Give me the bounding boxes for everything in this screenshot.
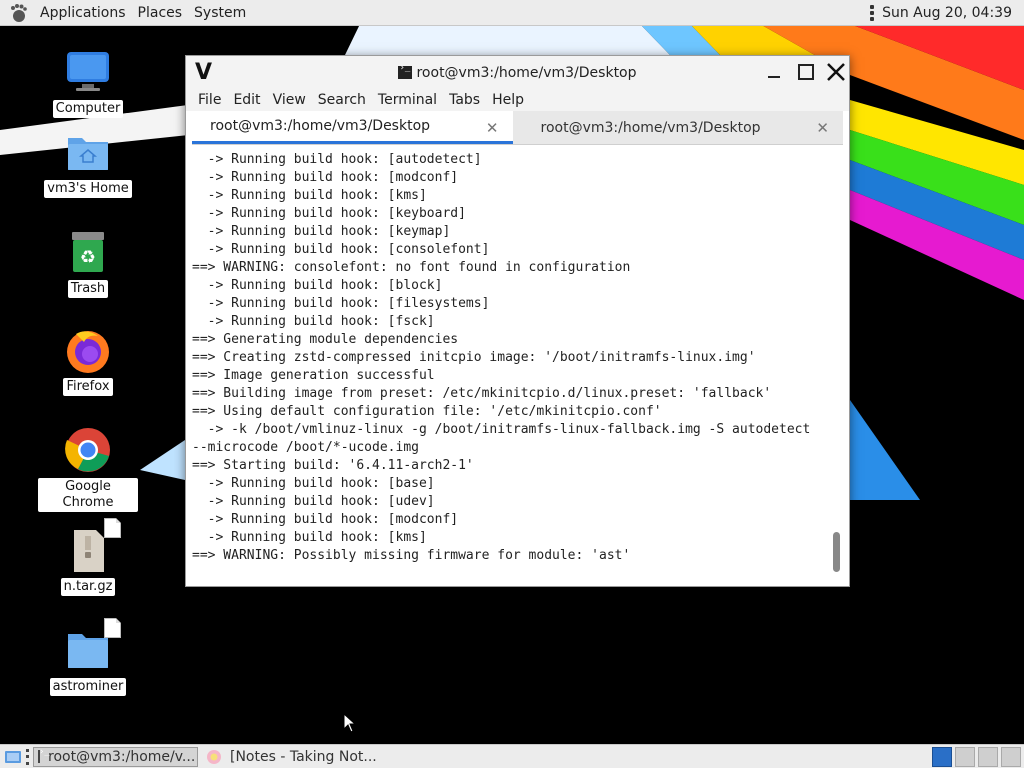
desktop-icon-computer[interactable]: Computer (38, 48, 138, 118)
menu-applications[interactable]: Applications (34, 5, 132, 21)
minimize-button[interactable] (762, 61, 786, 83)
svg-text:♻: ♻ (80, 247, 96, 268)
terminal-line: -> Running build hook: [keyboard] (192, 206, 466, 221)
terminal-menubar: File Edit View Search Terminal Tabs Help (186, 89, 849, 111)
workspace-2[interactable] (955, 746, 975, 767)
file-badge-icon (104, 618, 121, 638)
workspace-4[interactable] (1001, 746, 1021, 767)
terminal-icon (38, 747, 50, 763)
terminal-line: -> Running build hook: [keymap] (192, 224, 451, 239)
bottom-taskbar: root@vm3:/home/v... [Notes - Taking Not.… (0, 744, 1024, 768)
menu-edit[interactable]: Edit (227, 92, 266, 108)
trash-icon: ♻ (72, 232, 104, 272)
tab-1[interactable]: root@vm3:/home/vm3/Desktop ✕ (192, 111, 513, 144)
terminal-window[interactable]: V root@vm3:/home/vm3/Desktop File Edit V… (185, 55, 850, 587)
close-icon (827, 63, 845, 81)
home-folder-icon (68, 138, 108, 170)
panel-right: Sun Aug 20, 04:39 (870, 4, 1012, 21)
terminal-line: --microcode /boot/*-ucode.img (192, 440, 419, 455)
workspace-3[interactable] (978, 746, 998, 767)
taskbar-handle-icon[interactable] (26, 748, 29, 765)
desktop-icon-label: n.tar.gz (60, 578, 116, 596)
terminal-line: -> Running build hook: [udev] (192, 494, 435, 509)
tab-close-icon[interactable]: ✕ (486, 119, 499, 137)
menu-system[interactable]: System (188, 5, 252, 21)
maximize-icon (798, 64, 814, 80)
desktop-icon-trash[interactable]: ♻ Trash (38, 228, 138, 298)
desktop-icon-astrominer[interactable]: astrominer (38, 618, 138, 696)
terminal-line: ==> Image generation successful (192, 368, 435, 383)
workspace-switcher (929, 746, 1021, 767)
terminal-line: ==> Building image from preset: /etc/mki… (192, 386, 772, 401)
terminal-line: -> Running build hook: [modconf] (192, 170, 459, 185)
menu-view[interactable]: View (267, 92, 312, 108)
show-desktop-icon[interactable] (4, 748, 22, 766)
tab-2[interactable]: root@vm3:/home/vm3/Desktop ✕ (512, 111, 843, 144)
tab-label: root@vm3:/home/vm3/Desktop (540, 119, 761, 136)
terminal-line: -> -k /boot/vmlinuz-linux -g /boot/initr… (192, 422, 811, 437)
tab-close-icon[interactable]: ✕ (816, 119, 829, 137)
panel-more-icon[interactable] (870, 4, 875, 21)
computer-icon (67, 52, 109, 91)
terminal-line: -> Running build hook: [block] (192, 278, 443, 293)
taskbar-item-label: [Notes - Taking Not... (230, 748, 377, 765)
terminal-lines: -> Running build hook: [autodetect] -> R… (192, 147, 843, 565)
terminal-line: ==> Generating module dependencies (192, 332, 459, 347)
menu-search[interactable]: Search (312, 92, 372, 108)
terminal-line: -> Running build hook: [kms] (192, 188, 427, 203)
chrome-icon (65, 428, 110, 472)
tab-bar: root@vm3:/home/vm3/Desktop ✕ root@vm3:/h… (192, 111, 843, 145)
terminal-line: -> Running build hook: [consolefont] (192, 242, 490, 257)
terminal-line: ==> Starting build: '6.4.11-arch2-1' (192, 458, 474, 473)
terminal-line: ==> WARNING: Possibly missing firmware f… (192, 548, 631, 563)
scrollbar[interactable] (831, 147, 841, 580)
close-button[interactable] (824, 61, 848, 83)
taskbar-item-label: root@vm3:/home/v... (48, 748, 196, 765)
menu-places[interactable]: Places (132, 5, 189, 21)
top-panel: Applications Places System Sun Aug 20, 0… (0, 0, 1024, 26)
window-title: root@vm3:/home/vm3/Desktop (416, 64, 637, 81)
workspace-1[interactable] (932, 746, 952, 767)
menu-terminal[interactable]: Terminal (372, 92, 443, 108)
menu-file[interactable]: File (192, 92, 227, 108)
terminal-output[interactable]: -> Running build hook: [autodetect] -> R… (192, 147, 843, 580)
terminal-line: -> Running build hook: [fsck] (192, 314, 435, 329)
desktop-icon-label: vm3's Home (44, 180, 132, 198)
terminal-line: -> Running build hook: [base] (192, 476, 435, 491)
file-badge-icon (104, 518, 121, 538)
terminal-line: -> Running build hook: [filesystems] (192, 296, 490, 311)
mouse-cursor-icon (343, 713, 357, 733)
maximize-button[interactable] (794, 61, 818, 83)
minimize-icon (768, 76, 780, 78)
desktop-icon-chrome[interactable]: Google Chrome (38, 426, 138, 512)
tab-label: root@vm3:/home/vm3/Desktop (210, 118, 431, 134)
terminal-line: ==> Creating zstd-compressed initcpio im… (192, 350, 756, 365)
clock[interactable]: Sun Aug 20, 04:39 (882, 5, 1012, 21)
taskbar-item-notes[interactable]: [Notes - Taking Not... (202, 747, 381, 767)
terminal-line: -> Running build hook: [modconf] (192, 512, 459, 527)
desktop-icon-archive[interactable]: n.tar.gz (38, 518, 138, 596)
desktop-icon-firefox[interactable]: Firefox (38, 326, 138, 396)
desktop-icon-home[interactable]: vm3's Home (38, 128, 138, 198)
firefox-icon (67, 331, 109, 373)
desktop-icon-label: Computer (52, 100, 124, 118)
terminal-icon (398, 63, 413, 79)
window-title-wrap: root@vm3:/home/vm3/Desktop (186, 63, 849, 81)
terminal-line: -> Running build hook: [kms] (192, 530, 427, 545)
terminal-line: -> Running build hook: [autodetect] (192, 152, 482, 167)
taskbar-item-terminal[interactable]: root@vm3:/home/v... (33, 746, 198, 767)
gnome-foot-icon[interactable] (8, 3, 28, 23)
desktop-icon-label: Firefox (63, 378, 113, 396)
menu-tabs[interactable]: Tabs (443, 92, 486, 108)
terminal-line: ==> Using default configuration file: '/… (192, 404, 662, 419)
desktop-icon-label: Google Chrome (38, 478, 138, 512)
desktop-icon-label: astrominer (49, 678, 127, 696)
window-titlebar[interactable]: V root@vm3:/home/vm3/Desktop (186, 56, 849, 89)
scrollbar-thumb[interactable] (833, 532, 840, 572)
notes-app-icon (207, 749, 221, 764)
menu-help[interactable]: Help (486, 92, 530, 108)
desktop-icon-label: Trash (67, 280, 109, 298)
terminal-line: ==> WARNING: consolefont: no font found … (192, 260, 631, 275)
